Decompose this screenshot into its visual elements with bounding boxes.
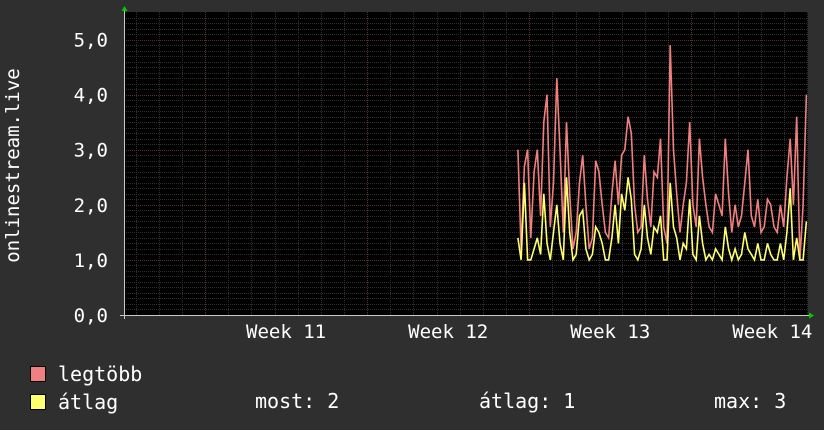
y-axis-label: onlinestream.live	[2, 68, 24, 262]
x-tick-label: Week 12	[408, 321, 488, 343]
y-tick-label: 5,0	[74, 30, 108, 52]
y-tick-label: 2,0	[74, 195, 108, 217]
legend-swatch-legtobb	[30, 366, 46, 382]
x-axis-arrow	[809, 312, 814, 319]
stat-max: max: 3	[714, 389, 787, 413]
legend-item-atlag: átlag	[30, 389, 118, 415]
chart-container: 0,0 1,0 2,0 3,0 4,0 5,0 Week 11 Week 12 Week 13 W…	[0, 0, 824, 430]
y-axis-arrow	[121, 6, 128, 11]
x-tick-label: Week 13	[570, 321, 650, 343]
legend-label-atlag: átlag	[58, 390, 119, 414]
y-tick-label: 4,0	[74, 85, 108, 107]
stat-atlag: átlag: 1	[479, 389, 576, 413]
plot-area	[124, 12, 808, 315]
y-tick-label: 0,0	[74, 305, 108, 327]
y-tick-label: 1,0	[74, 250, 108, 272]
y-tick-label: 3,0	[74, 140, 108, 162]
legend-label-legtobb: legtöbb	[58, 362, 143, 386]
stat-most: most: 2	[255, 389, 340, 413]
legend-item-legtobb: legtöbb	[30, 361, 142, 387]
x-tick-label: Week 14	[732, 321, 812, 343]
legend-swatch-atlag	[30, 394, 46, 410]
x-tick-label: Week 11	[246, 321, 326, 343]
